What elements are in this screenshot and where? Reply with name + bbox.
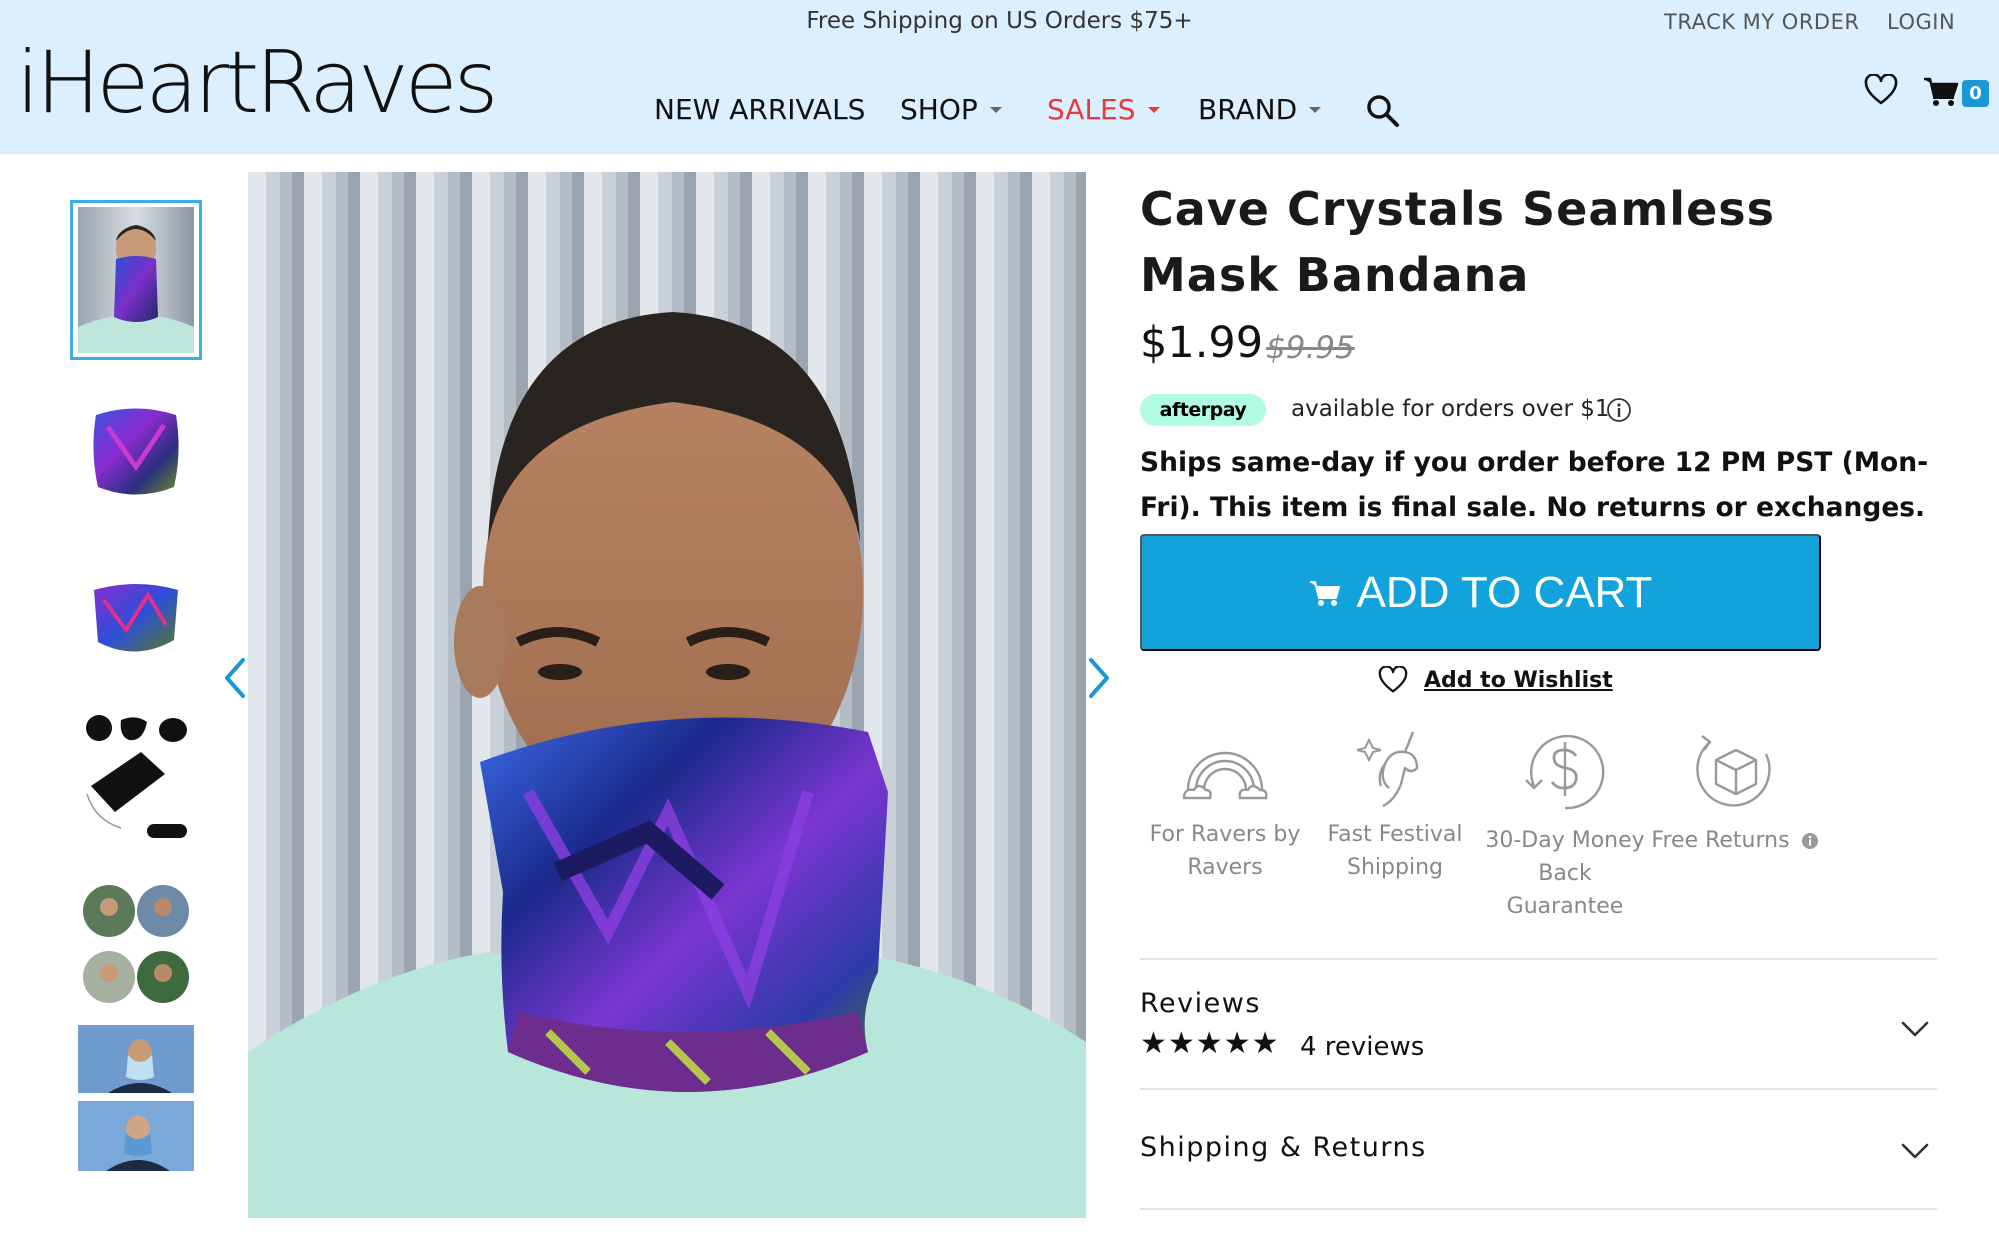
nav-new-arrivals-label: NEW ARRIVALS bbox=[654, 93, 866, 126]
cart-icon[interactable] bbox=[1923, 76, 1959, 108]
caret-down-icon bbox=[1309, 106, 1322, 113]
unicorn-icon bbox=[1356, 731, 1419, 808]
compare-at-price: $9.95 bbox=[1266, 330, 1355, 366]
wishlist-heart-icon[interactable] bbox=[1864, 74, 1898, 106]
feature-money-back: 30-Day Money Back Guarantee bbox=[1480, 728, 1650, 923]
info-icon[interactable] bbox=[1606, 397, 1632, 423]
track-order-link[interactable]: TRACK MY ORDER bbox=[1664, 10, 1859, 34]
divider bbox=[1140, 1208, 1937, 1210]
nav-sales[interactable]: SALES bbox=[1047, 93, 1160, 126]
reviews-count[interactable]: 4 reviews bbox=[1300, 1032, 1424, 1062]
thumbnail-image bbox=[86, 715, 187, 838]
afterpay-info-text: available for orders over $1 bbox=[1291, 396, 1610, 422]
shipping-returns-heading[interactable]: Shipping & Returns bbox=[1140, 1132, 1427, 1163]
thumbnail-wear-styles[interactable] bbox=[70, 864, 202, 1024]
caret-down-icon bbox=[989, 106, 1002, 113]
site-logo[interactable]: iHeartRaves bbox=[16, 40, 498, 126]
thumbnail-model-front[interactable] bbox=[70, 200, 202, 360]
login-link[interactable]: LOGIN bbox=[1887, 10, 1955, 34]
add-to-wishlist-label: Add to Wishlist bbox=[1424, 667, 1613, 693]
feature-fast-shipping: Fast Festival Shipping bbox=[1310, 728, 1480, 884]
feature-label: 30-Day Money Back Guarantee bbox=[1485, 828, 1645, 919]
heart-icon bbox=[1378, 666, 1408, 693]
add-to-cart-label: ADD TO CART bbox=[1356, 567, 1653, 617]
nav-new-arrivals[interactable]: NEW ARRIVALS bbox=[654, 93, 865, 126]
afterpay-logo: afterpay bbox=[1140, 394, 1266, 426]
nav-brand-label: BRAND bbox=[1198, 93, 1298, 126]
nav-brand[interactable]: BRAND bbox=[1198, 93, 1322, 126]
dollar-icon bbox=[1525, 734, 1605, 810]
feature-label: Free Returns bbox=[1651, 828, 1790, 853]
nav-sales-label: SALES bbox=[1047, 93, 1136, 126]
prev-image-arrow-icon[interactable] bbox=[221, 656, 249, 700]
feature-for-ravers: For Ravers by Ravers bbox=[1140, 728, 1310, 884]
next-image-arrow-icon[interactable] bbox=[1085, 656, 1113, 700]
site-header: Free Shipping on US Orders $75+ TRACK MY… bbox=[0, 0, 1999, 154]
feature-label: Fast Festival Shipping bbox=[1327, 822, 1463, 880]
thumbnail-bandana-folded[interactable] bbox=[70, 540, 202, 700]
add-to-cart-button[interactable]: ADD TO CART bbox=[1140, 534, 1821, 651]
thumbnail-image bbox=[83, 885, 189, 1003]
feature-label: For Ravers by Ravers bbox=[1149, 822, 1301, 880]
thumbnail-image bbox=[94, 584, 178, 652]
thumbnail-bandana-flat[interactable] bbox=[70, 372, 202, 532]
feature-free-returns[interactable]: Free Returns bbox=[1650, 728, 1820, 857]
main-product-image[interactable] bbox=[248, 172, 1086, 1218]
thumbnail-image bbox=[93, 408, 179, 495]
divider bbox=[1140, 958, 1937, 960]
thumbnail-mask-accessories[interactable] bbox=[70, 702, 202, 862]
box-return-icon bbox=[1696, 735, 1771, 807]
shipping-note: Ships same-day if you order before 12 PM… bbox=[1140, 447, 1929, 523]
product-title: Cave Crystals Seamless Mask Bandana bbox=[1140, 182, 1776, 302]
chevron-down-icon[interactable] bbox=[1900, 1142, 1930, 1160]
product-price: $1.99 bbox=[1140, 318, 1264, 368]
product-photo bbox=[248, 172, 1086, 1218]
nav-shop[interactable]: SHOP bbox=[900, 93, 1002, 126]
cart-count-badge[interactable]: 0 bbox=[1962, 80, 1989, 107]
cart-icon bbox=[1309, 580, 1340, 606]
star-rating: ★★★★★ bbox=[1140, 1026, 1280, 1061]
thumbnail-image bbox=[78, 1025, 194, 1171]
add-to-wishlist-link[interactable]: Add to Wishlist bbox=[1378, 666, 1613, 694]
search-icon[interactable] bbox=[1366, 94, 1400, 128]
thumbnail-image bbox=[78, 207, 194, 353]
chevron-down-icon[interactable] bbox=[1900, 1020, 1930, 1038]
reviews-heading[interactable]: Reviews bbox=[1140, 988, 1261, 1019]
caret-down-icon bbox=[1147, 106, 1160, 113]
divider bbox=[1140, 1088, 1937, 1090]
nav-shop-label: SHOP bbox=[900, 93, 978, 126]
thumbnail-models-wearing[interactable] bbox=[70, 1022, 202, 1174]
info-icon[interactable] bbox=[1801, 832, 1819, 850]
rainbow-icon bbox=[1182, 751, 1268, 800]
